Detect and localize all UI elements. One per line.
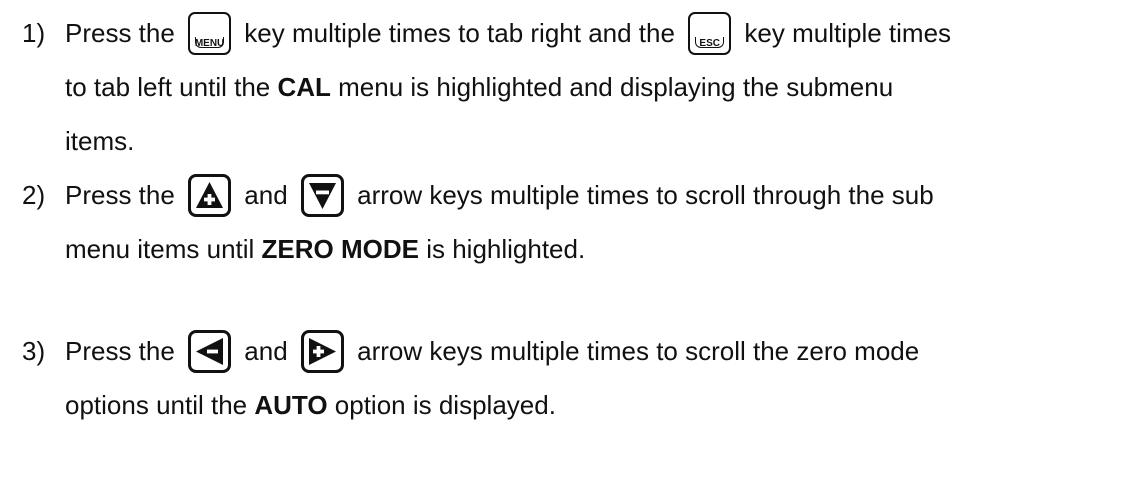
menu-item-zero-mode: ZERO MODE bbox=[261, 234, 419, 264]
menu-name-cal: CAL bbox=[277, 72, 331, 102]
step-line: Press the MENU key multiple times to tab… bbox=[65, 6, 951, 60]
step-line: items. bbox=[65, 114, 134, 168]
step-text: key multiple times bbox=[737, 18, 952, 48]
right-arrow-key-icon bbox=[300, 329, 344, 373]
step-text: items. bbox=[65, 126, 135, 156]
step-text: Press the bbox=[65, 180, 183, 210]
step-text: options until the bbox=[65, 390, 255, 420]
step-line: menu items until ZERO MODE is highlighte… bbox=[65, 222, 585, 276]
step-text: to tab left until the bbox=[65, 72, 278, 102]
down-arrow-key-icon bbox=[300, 173, 344, 217]
step-line: options until the AUTO option is display… bbox=[65, 378, 556, 432]
step-text: menu items until bbox=[65, 234, 262, 264]
instruction-page: 1) Press the MENU key multiple times to … bbox=[0, 0, 1140, 478]
step-text: arrow keys multiple times to scroll thro… bbox=[349, 180, 934, 210]
step-number: 2) bbox=[22, 180, 46, 210]
step-text: menu is highlighted and displaying the s… bbox=[330, 72, 894, 102]
step-text: and bbox=[237, 180, 295, 210]
option-auto: AUTO bbox=[254, 390, 328, 420]
step-text: Press the bbox=[65, 336, 183, 366]
esc-key-icon: ESC bbox=[688, 11, 732, 55]
step-text: Press the bbox=[65, 18, 183, 48]
step-text: option is displayed. bbox=[327, 390, 556, 420]
step-line: Press the and arrow keys multiple times … bbox=[65, 324, 919, 378]
left-arrow-key-icon bbox=[188, 329, 232, 373]
step-line: to tab left until the CAL menu is highli… bbox=[65, 60, 893, 114]
step-text: arrow keys multiple times to scroll the … bbox=[349, 336, 920, 366]
up-arrow-key-icon bbox=[188, 173, 232, 217]
step-text: is highlighted. bbox=[418, 234, 586, 264]
menu-key-icon: MENU bbox=[188, 11, 232, 55]
step-number: 3) bbox=[22, 336, 46, 366]
step-text: key multiple times to tab right and the bbox=[237, 18, 683, 48]
step-number: 1) bbox=[22, 18, 46, 48]
step-text: and bbox=[237, 336, 295, 366]
step-line: Press the and arrow keys multiple times … bbox=[65, 168, 934, 222]
